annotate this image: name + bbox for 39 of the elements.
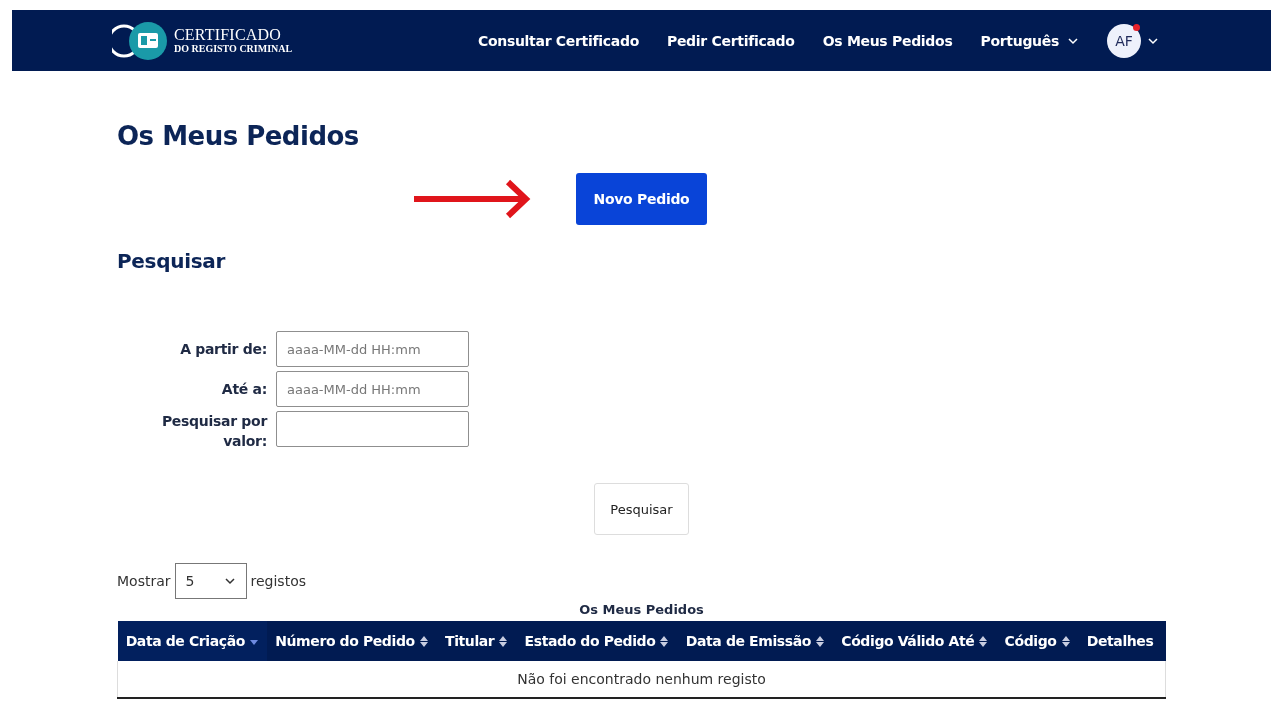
nav-link[interactable]: Consultar Certificado	[477, 32, 639, 49]
new-request-button[interactable]: Novo Pedido	[576, 173, 707, 225]
input-field[interactable]	[276, 411, 469, 447]
empty-message: Não foi encontrado nenhum registo	[117, 661, 1166, 698]
page-title: Os Meus Pedidos	[117, 121, 360, 151]
column-header[interactable]: Data de Emissão	[677, 621, 834, 661]
column-header[interactable]: Data de Criação	[117, 621, 268, 661]
input-field[interactable]: aaaa-MM-dd HH:mm	[276, 331, 469, 367]
user-avatar[interactable]: AF	[1107, 23, 1141, 58]
language-dropdown[interactable]: Português	[980, 32, 1079, 49]
sort-down-icon	[248, 637, 259, 647]
page-size-select[interactable]: 5	[174, 563, 247, 599]
search-button[interactable]: Pesquisar	[594, 483, 689, 535]
field-label: Até a:	[220, 380, 267, 399]
sort-icon	[1060, 636, 1071, 648]
input-field[interactable]: aaaa-MM-dd HH:mm	[276, 371, 469, 407]
sort-icon	[418, 636, 429, 648]
section-title: Pesquisar	[117, 249, 227, 273]
show-label: Mostrar	[117, 573, 171, 589]
logo-subtitle: DO REGISTO CRIMINAL	[174, 44, 293, 54]
records-label: registos	[250, 573, 306, 589]
field-label: A partir de:	[179, 340, 267, 359]
column-header[interactable]: Titular	[436, 621, 517, 661]
sort-icon	[659, 636, 670, 648]
field-label: Pesquisar por valor:	[160, 412, 267, 451]
sort-icon	[814, 636, 825, 648]
nav-link[interactable]: Os Meus Pedidos	[822, 32, 953, 49]
sort-icon	[498, 636, 509, 648]
logo-icon	[112, 21, 168, 60]
column-header[interactable]: Estado do Pedido	[516, 621, 678, 661]
column-header[interactable]: Código Válido Até	[833, 621, 997, 661]
column-header[interactable]: Detalhes	[1078, 621, 1166, 661]
table-caption: Os Meus Pedidos	[578, 602, 705, 618]
logo-title: CERTIFICADO	[174, 27, 283, 43]
column-header[interactable]: Número do Pedido	[267, 621, 437, 661]
chevron-down-icon	[223, 575, 236, 587]
nav-link[interactable]: Pedir Certificado	[666, 32, 795, 49]
column-header[interactable]: Código	[996, 621, 1079, 661]
sort-icon	[978, 636, 989, 648]
